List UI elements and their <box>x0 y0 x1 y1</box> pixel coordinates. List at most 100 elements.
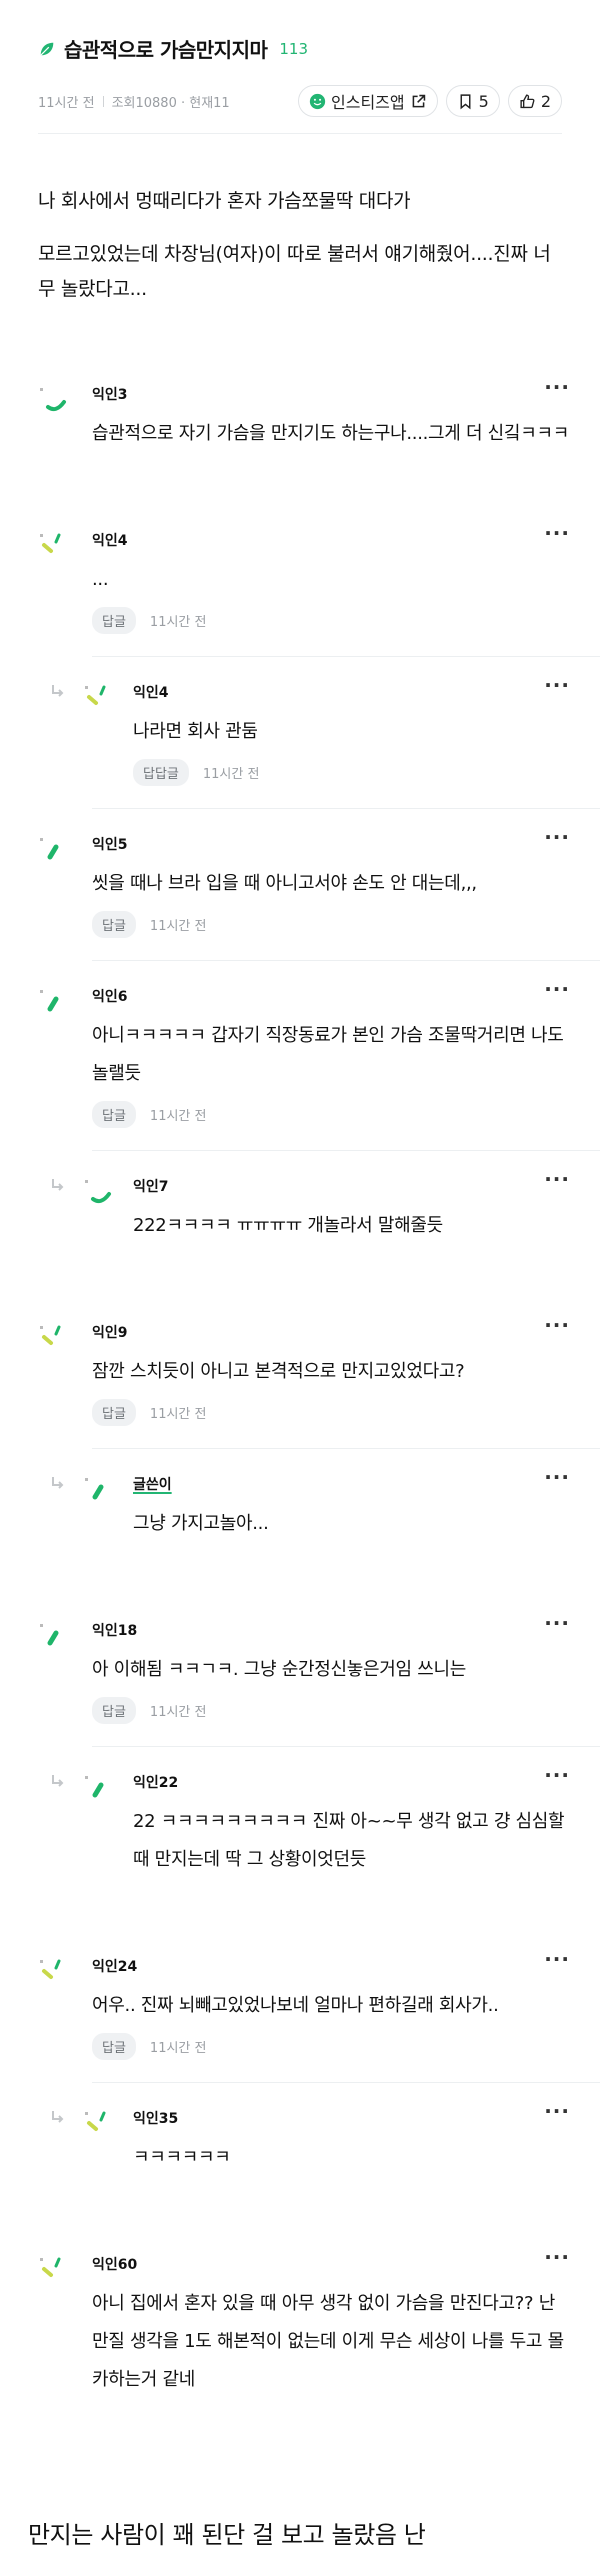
reply-arrow-icon <box>50 2109 66 2125</box>
thumbs-up-icon <box>520 93 535 108</box>
avatar-icon <box>38 385 72 419</box>
reply-item: ··· 익인22 22 ㅋㅋㅋㅋㅋㅋㅋㅋㅋ 진짜 아~~무 생각 없고 걍 심심… <box>0 1765 600 1879</box>
comment-nickname[interactable]: 익인35 <box>133 2109 570 2129</box>
reply-button[interactable]: 답글 <box>92 607 136 634</box>
comment-time: 11시간 전 <box>149 1109 207 1124</box>
comment-nickname[interactable]: 익인24 <box>92 1957 570 1977</box>
avatar-icon <box>38 835 72 869</box>
reply-button[interactable]: 답글 <box>92 911 136 938</box>
comment-nickname[interactable]: 익인22 <box>133 1773 570 1793</box>
comment-item: ··· 익인24 어우.. 진짜 뇌빼고있었나보네 얼마나 편하길래 회사가..… <box>0 1949 600 2060</box>
comment-text: 습관적으로 자기 가슴을 만지기도 하는구나....그게 더 신깈ㅋㅋㅋ <box>92 423 569 444</box>
bookmark-button[interactable]: 5 <box>445 85 500 117</box>
comment-divider <box>92 2082 600 2083</box>
more-options-button[interactable]: ··· <box>544 2101 570 2121</box>
comment-text: ... <box>92 569 109 590</box>
comment-item: ··· 익인9 잠깐 스치듯이 아니고 본격적으로 만지고있었다고? 답글 11… <box>0 1315 600 1426</box>
more-options-button[interactable]: ··· <box>544 523 570 543</box>
more-options-button[interactable]: ··· <box>544 1467 570 1487</box>
comment-text: 씻을 때나 브라 입을 때 아니고서야 손도 안 대는데,,, <box>92 873 477 894</box>
comment-nickname[interactable]: 익인60 <box>92 2255 570 2275</box>
like-count: 2 <box>540 91 551 111</box>
more-options-button[interactable]: ··· <box>544 827 570 847</box>
reply-item: ··· 글쓴이 그냥 가지고놀아... <box>0 1467 600 1543</box>
reply-button[interactable]: 답답글 <box>133 759 189 786</box>
comment-divider <box>92 656 600 657</box>
comment-nickname[interactable]: 익인5 <box>92 835 570 855</box>
comment-nickname[interactable]: 익인4 <box>133 683 570 703</box>
comment-item: ··· 익인60 아니 집에서 혼자 있을 때 아무 생각 없이 가슴을 만진다… <box>0 2247 600 2399</box>
comment-section: ··· 익인3 습관적으로 자기 가슴을 만지기도 하는구나....그게 더 신… <box>0 377 600 2399</box>
comment-divider <box>92 1448 600 1449</box>
comment-text: 나라면 회사 관둠 <box>133 721 258 742</box>
reply-item: ··· 익인7 222ㅋㅋㅋㅋ ㅠㅠㅠㅠ 개놀라서 말해줄듯 <box>0 1169 600 1245</box>
comment-time: 11시간 전 <box>149 1705 207 1720</box>
smile-icon <box>309 93 326 109</box>
reply-button[interactable]: 답글 <box>92 1101 136 1128</box>
post-title: 습관적으로 가슴만지지마 <box>64 38 268 62</box>
reply-button[interactable]: 답글 <box>92 1697 136 1724</box>
more-options-button[interactable]: ··· <box>544 1765 570 1785</box>
post-paragraph: 나 회사에서 멍때리다가 혼자 가슴쪼물딱 대다가 <box>38 190 411 212</box>
avatar-icon <box>83 1475 117 1509</box>
avatar-icon <box>38 1323 72 1357</box>
post-time: 11시간 전 <box>38 95 95 111</box>
avatar-icon <box>38 531 72 565</box>
avatar-icon <box>38 987 72 1021</box>
comment-item: ··· 익인4 ... 답글 11시간 전 <box>0 523 600 634</box>
post-views: 조회10880 · 현재11 <box>111 95 230 111</box>
comment-divider <box>92 1746 600 1747</box>
post-header: 습관적으로 가슴만지지마 113 11시간 전 조회10880 · 현재11 인… <box>0 0 600 134</box>
more-options-button[interactable]: ··· <box>544 1949 570 1969</box>
comment-nickname[interactable]: 익인3 <box>92 385 570 405</box>
next-post-title[interactable]: 만지는 사람이 꽤 된단 걸 보고 놀랐음 난 <box>0 2517 600 2553</box>
reply-button[interactable]: 답글 <box>92 2033 136 2060</box>
comment-count[interactable]: 113 <box>279 40 308 58</box>
comment-text: 잠깐 스치듯이 아니고 본격적으로 만지고있었다고? <box>92 1361 465 1382</box>
avatar-icon <box>83 683 117 717</box>
comment-nickname[interactable]: 익인4 <box>92 531 570 551</box>
reply-button[interactable]: 답글 <box>92 1399 136 1426</box>
instiz-app-label: 인스티즈앱 <box>331 93 405 112</box>
comment-nickname[interactable]: 익인6 <box>92 987 570 1007</box>
more-options-button[interactable]: ··· <box>544 979 570 999</box>
avatar-icon <box>38 2255 72 2289</box>
comment-text: 어우.. 진짜 뇌빼고있었나보네 얼마나 편하길래 회사가.. <box>92 1995 499 2016</box>
more-options-button[interactable]: ··· <box>544 675 570 695</box>
reply-arrow-icon <box>50 683 66 699</box>
like-button[interactable]: 2 <box>507 85 562 117</box>
comment-item: ··· 익인6 아니ㅋㅋㅋㅋㅋ 갑자기 직장동료가 본인 가슴 조물딱거리면 나… <box>0 979 600 1128</box>
comment-time: 11시간 전 <box>149 1407 207 1422</box>
comment-text: 아니ㅋㅋㅋㅋㅋ 갑자기 직장동료가 본인 가슴 조물딱거리면 나도 놀랠듯 <box>92 1025 564 1084</box>
comment-nickname[interactable]: 익인9 <box>92 1323 570 1343</box>
author-nickname[interactable]: 글쓴이 <box>133 1475 570 1495</box>
post-paragraph: 모르고있었는데 차장님(여자)이 따로 불러서 얘기해줬어....진짜 너무 놀… <box>38 243 551 300</box>
avatar-icon <box>83 2109 117 2143</box>
bookmark-icon <box>460 93 471 109</box>
more-options-button[interactable]: ··· <box>544 1613 570 1633</box>
avatar-icon <box>83 1177 117 1211</box>
more-options-button[interactable]: ··· <box>544 1315 570 1335</box>
reply-arrow-icon <box>50 1475 66 1491</box>
reply-item: ··· 익인35 ㅋㅋㅋㅋㅋㅋ <box>0 2101 600 2177</box>
comment-text: 22 ㅋㅋㅋㅋㅋㅋㅋㅋㅋ 진짜 아~~무 생각 없고 걍 심심할때 만지는데 딱… <box>133 1811 565 1870</box>
comment-text: 아니 집에서 혼자 있을 때 아무 생각 없이 가슴을 만진다고?? 난 만질 … <box>92 2293 564 2390</box>
comment-nickname[interactable]: 익인7 <box>133 1177 570 1197</box>
reply-arrow-icon <box>50 1177 66 1193</box>
avatar-icon <box>83 1773 117 1807</box>
comment-nickname[interactable]: 익인18 <box>92 1621 570 1641</box>
comment-time: 11시간 전 <box>149 615 207 630</box>
more-options-button[interactable]: ··· <box>544 377 570 397</box>
instiz-app-button[interactable]: 인스티즈앱 <box>298 85 438 117</box>
comment-item: ··· 익인3 습관적으로 자기 가슴을 만지기도 하는구나....그게 더 신… <box>0 377 600 453</box>
more-options-button[interactable]: ··· <box>544 1169 570 1189</box>
post-body: 나 회사에서 멍때리다가 혼자 가슴쪼물딱 대다가 모르고있었는데 차장님(여자… <box>0 134 600 307</box>
comment-item: ··· 익인18 아 이해됨 ㅋㅋㄱㅋ. 그냥 순간정신놓은거임 쓰니는 답글 … <box>0 1613 600 1724</box>
avatar-icon <box>38 1957 72 1991</box>
more-options-button[interactable]: ··· <box>544 2247 570 2267</box>
comment-text: 222ㅋㅋㅋㅋ ㅠㅠㅠㅠ 개놀라서 말해줄듯 <box>133 1215 443 1236</box>
